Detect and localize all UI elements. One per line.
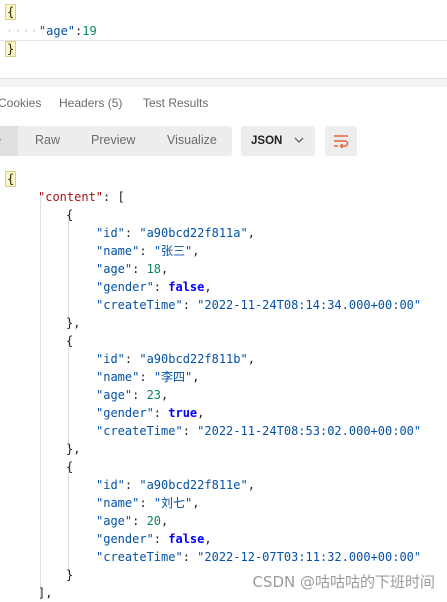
object-close-brace: }, (66, 316, 81, 330)
indent-guide (40, 196, 41, 600)
object-close-brace: } (66, 568, 74, 582)
wrap-lines-button[interactable] (325, 126, 357, 156)
name-line: "name": "李四", (96, 370, 200, 384)
array-close-line: ], (38, 586, 53, 600)
request-age-line: ····"age":19 (6, 24, 97, 38)
chevron-down-icon: ▾ (0, 136, 1, 147)
response-tabs: Cookies Headers (5) Test Results (0, 88, 447, 118)
createtime-line: "createTime": "2022-12-07T03:11:32.000+0… (96, 550, 422, 564)
wrap-lines-icon (334, 135, 349, 149)
response-body: { "content": [ { "id": "a90bcd22f811a", … (0, 168, 447, 600)
divider (0, 40, 447, 41)
tab-test-results[interactable]: Test Results (143, 96, 208, 110)
view-mode-preview-button[interactable]: Preview (91, 133, 135, 147)
request-open-brace: { (4, 4, 17, 20)
view-mode-visualize-button[interactable]: Visualize (167, 133, 217, 147)
gender-line: "gender": false, (96, 532, 212, 546)
age-line: "age": 18, (96, 262, 169, 276)
createtime-line: "createTime": "2022-11-24T08:14:34.000+0… (96, 298, 422, 312)
id-line: "id": "a90bcd22f811e", (96, 478, 255, 492)
gender-line: "gender": true, (96, 406, 205, 420)
tab-headers[interactable]: Headers (5) (59, 96, 122, 110)
panel-gap (0, 79, 447, 87)
age-line: "age": 20, (96, 514, 169, 528)
object-close-brace: }, (66, 442, 81, 456)
format-select-label: JSON (251, 135, 283, 147)
tab-cookies[interactable]: Cookies (0, 96, 41, 110)
id-line: "id": "a90bcd22f811a", (96, 226, 255, 240)
name-line: "name": "刘七", (96, 496, 200, 510)
view-mode-raw-button[interactable]: Raw (35, 133, 60, 147)
watermark: CSDN @咕咕咕的下班时间 (252, 573, 435, 591)
content-key-line: "content": [ (38, 190, 125, 204)
request-body-editor[interactable]: { ····"age":19 } (0, 0, 447, 58)
indent-guide (68, 340, 69, 448)
object-open-brace: { (66, 334, 74, 348)
indent-guide (68, 214, 69, 322)
age-line: "age": 23, (96, 388, 169, 402)
id-line: "id": "a90bcd22f811b", (96, 352, 255, 366)
view-mode-pretty-button[interactable]: ▾ (0, 126, 18, 156)
createtime-line: "createTime": "2022-11-24T08:53:02.000+0… (96, 424, 422, 438)
indent-guide (68, 466, 69, 574)
chevron-down-icon (293, 134, 305, 149)
object-open-brace: { (66, 460, 74, 474)
object-open-brace: { (66, 208, 74, 222)
format-select[interactable]: JSON (241, 126, 315, 156)
name-line: "name": "张三", (96, 244, 200, 258)
gender-line: "gender": false, (96, 280, 212, 294)
response-toolbar: ▾ Raw Preview Visualize JSON (0, 124, 447, 160)
request-close-brace: } (4, 41, 17, 57)
response-open-brace: { (4, 171, 17, 187)
